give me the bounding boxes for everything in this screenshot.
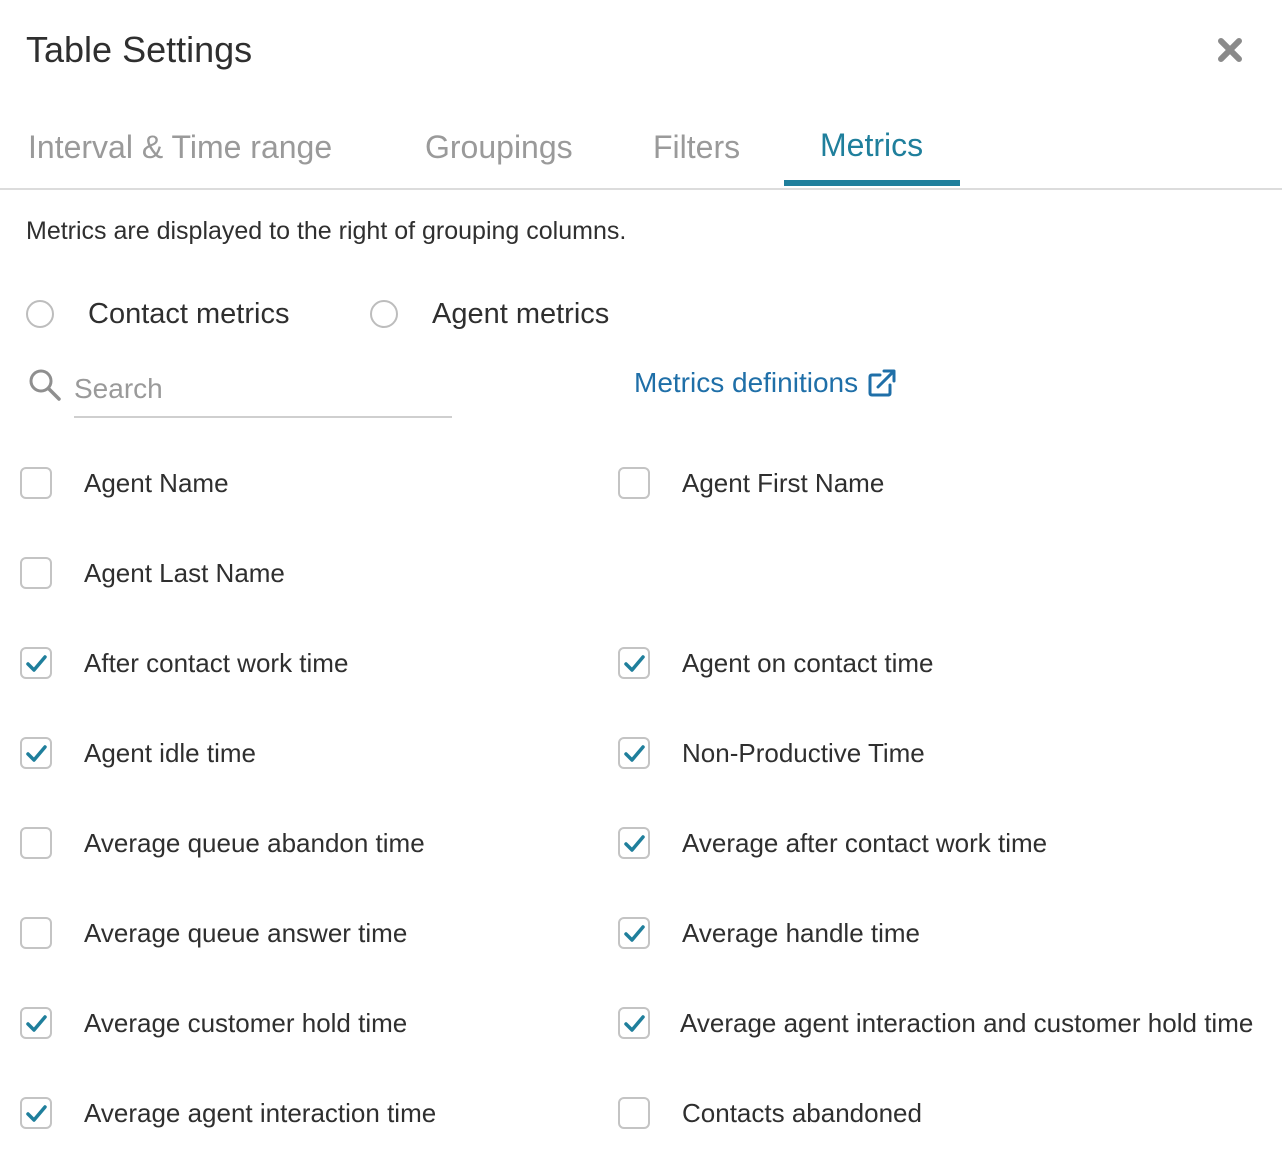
tab-filters[interactable]: Filters <box>653 126 740 168</box>
metric-label: Average handle time <box>682 917 921 948</box>
search-box <box>28 362 454 420</box>
checkbox[interactable] <box>20 737 52 769</box>
radio-button[interactable] <box>26 300 54 328</box>
metric-contacts-abandoned[interactable]: Contacts abandoned <box>618 1093 922 1133</box>
checkbox[interactable] <box>20 1007 52 1039</box>
radio-agent-metrics[interactable]: Agent metrics <box>370 294 609 334</box>
tab-groupings[interactable]: Groupings <box>425 126 573 168</box>
close-button[interactable] <box>1212 32 1248 68</box>
search-input[interactable] <box>74 362 452 418</box>
metric-average-customer-hold-time[interactable]: Average customer hold time <box>20 1003 407 1043</box>
metric-label: Contacts abandoned <box>682 1097 922 1128</box>
metric-agent-first-name[interactable]: Agent First Name <box>618 463 884 503</box>
metric-label: Agent idle time <box>84 737 256 768</box>
checkmark-icon <box>624 835 645 852</box>
metric-agent-idle-time[interactable]: Agent idle time <box>20 733 256 773</box>
checkbox[interactable] <box>618 467 650 499</box>
checkbox[interactable] <box>20 647 52 679</box>
metric-non-productive-time[interactable]: Non-Productive Time <box>618 733 925 773</box>
metric-label: Average queue abandon time <box>84 827 425 858</box>
metric-agent-on-contact-time[interactable]: Agent on contact time <box>618 643 933 683</box>
metric-label: Average agent interaction and customer h… <box>680 1007 1254 1038</box>
active-tab-indicator <box>784 180 960 186</box>
metric-label: Agent Last Name <box>84 557 285 588</box>
metric-average-handle-time[interactable]: Average handle time <box>618 913 920 953</box>
metrics-definitions-label: Metrics definitions <box>634 367 859 398</box>
metric-agent-name[interactable]: Agent Name <box>20 463 229 503</box>
metric-label: Average after contact work time <box>682 827 1048 858</box>
metric-average-agent-interaction-time[interactable]: Average agent interaction time <box>20 1093 436 1133</box>
tab-metrics[interactable]: Metrics <box>820 124 923 166</box>
checkbox[interactable] <box>20 557 52 589</box>
metrics-definitions-link[interactable]: Metrics definitions <box>634 364 898 402</box>
table-settings-dialog: Table Settings Interval & Time range Gro… <box>0 0 1282 1168</box>
metric-average-queue-abandon-time[interactable]: Average queue abandon time <box>20 823 425 863</box>
metric-label: Average customer hold time <box>84 1007 408 1038</box>
metric-label: Agent Name <box>84 467 229 498</box>
checkmark-icon <box>26 1015 47 1032</box>
checkmark-icon <box>624 925 645 942</box>
checkmark-icon <box>624 745 645 762</box>
checkbox[interactable] <box>618 737 650 769</box>
metric-average-queue-answer-time[interactable]: Average queue answer time <box>20 913 407 953</box>
external-link-icon <box>868 369 896 397</box>
metric-agent-last-name[interactable]: Agent Last Name <box>20 553 285 593</box>
checkbox[interactable] <box>20 467 52 499</box>
checkmark-icon <box>26 655 47 672</box>
metric-label: Average queue answer time <box>84 917 408 948</box>
metric-label: After contact work time <box>84 647 349 678</box>
metric-label: Average agent interaction time <box>84 1097 437 1128</box>
checkbox[interactable] <box>20 1097 52 1129</box>
metric-label: Agent on contact time <box>682 647 934 678</box>
checkmark-icon <box>26 745 47 762</box>
checkbox[interactable] <box>618 647 650 679</box>
tab-bar: Interval & Time range Groupings Filters … <box>0 110 1282 190</box>
checkbox[interactable] <box>618 917 650 949</box>
radio-label: Agent metrics <box>432 297 610 330</box>
metric-label: Agent First Name <box>682 467 885 498</box>
tab-interval-time-range[interactable]: Interval & Time range <box>28 126 332 168</box>
metric-average-agent-interaction-and-customer-hold-time[interactable]: Average agent interaction and customer h… <box>618 1003 1253 1043</box>
close-icon <box>1218 38 1242 62</box>
radio-button[interactable] <box>370 300 398 328</box>
checkbox[interactable] <box>20 917 52 949</box>
metric-average-after-contact-work-time[interactable]: Average after contact work time <box>618 823 1047 863</box>
checkmark-icon <box>624 1015 645 1032</box>
metric-after-contact-work-time[interactable]: After contact work time <box>20 643 348 683</box>
metric-label: Non-Productive Time <box>682 737 925 768</box>
checkmark-icon <box>26 1105 47 1122</box>
checkmark-icon <box>624 655 645 672</box>
checkbox[interactable] <box>20 827 52 859</box>
search-icon <box>29 369 61 401</box>
radio-contact-metrics[interactable]: Contact metrics <box>26 294 289 334</box>
checkbox[interactable] <box>618 1007 650 1039</box>
dialog-title: Table Settings <box>26 29 253 70</box>
metrics-description: Metrics are displayed to the right of gr… <box>26 217 627 245</box>
radio-label: Contact metrics <box>88 297 290 330</box>
checkbox[interactable] <box>618 1097 650 1129</box>
checkbox[interactable] <box>618 827 650 859</box>
